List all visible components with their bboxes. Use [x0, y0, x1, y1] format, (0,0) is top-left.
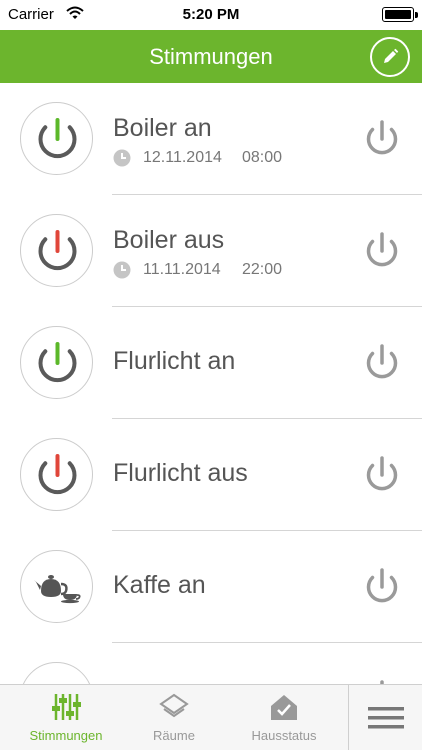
tab-bar: Stimmungen Räume Hausstatus: [0, 684, 422, 750]
house-check-icon: [271, 695, 297, 720]
tab-label: Hausstatus: [251, 728, 317, 743]
power-button-icon[interactable]: [362, 455, 402, 495]
scene-list: Boiler an 12.11.2014 08:00 Boiler aus 11…: [0, 83, 422, 684]
tab-stimmungen[interactable]: Stimmungen: [10, 685, 122, 750]
power-button-icon[interactable]: [362, 119, 402, 159]
scene-icon-circle: [20, 102, 93, 175]
list-item-boiler-aus[interactable]: Boiler aus 11.11.2014 22:00: [0, 195, 422, 307]
tab-label: Stimmungen: [29, 728, 103, 743]
scene-icon-circle: [20, 326, 93, 399]
hamburger-menu-icon: [368, 707, 404, 729]
scene-title: Kaffe an: [113, 571, 206, 599]
scene-date: 12.11.2014: [143, 149, 222, 166]
page-title: Stimmungen: [149, 44, 273, 69]
power-button-icon[interactable]: [362, 231, 402, 271]
menu-button[interactable]: [348, 685, 422, 750]
scene-title: Flurlicht aus: [113, 459, 248, 487]
nav-bar: Stimmungen: [0, 30, 422, 83]
power-button-icon[interactable]: [362, 343, 402, 383]
sliders-icon: [52, 694, 81, 720]
edit-button[interactable]: [370, 37, 410, 77]
scene-time: 22:00: [242, 261, 283, 278]
list-item-flurlicht-an[interactable]: Flurlicht an: [0, 307, 422, 419]
clock-icon: [113, 261, 131, 279]
teapot-icon: [34, 575, 81, 604]
pencil-icon: [384, 48, 399, 63]
scene-title: Flurlicht an: [113, 347, 236, 375]
scene-icon-circle: [20, 662, 93, 684]
list-item-boiler-an[interactable]: Boiler an 12.11.2014 08:00: [0, 83, 422, 195]
clock-icon: [113, 149, 131, 167]
layers-icon: [159, 693, 189, 718]
power-off-icon: [38, 454, 77, 495]
list-item-flurlicht-aus[interactable]: Flurlicht aus: [0, 419, 422, 531]
scene-title: Boiler aus: [113, 226, 225, 254]
tab-hausstatus[interactable]: Hausstatus: [228, 685, 340, 750]
scene-icon-circle: [20, 214, 93, 287]
battery-icon: [382, 7, 418, 22]
power-off-icon: [38, 230, 77, 271]
scene-date: 11.11.2014: [143, 261, 221, 278]
power-on-icon: [38, 118, 77, 159]
tab-label: Räume: [153, 728, 195, 743]
list-item-kaffe-an[interactable]: Kaffe an: [0, 531, 422, 643]
scene-time: 08:00: [242, 149, 283, 166]
power-on-icon: [38, 342, 77, 383]
scene-icon-circle: [20, 438, 93, 511]
scene-icon-circle: [20, 550, 93, 623]
tab-raeume[interactable]: Räume: [118, 685, 230, 750]
power-button-icon[interactable]: [362, 567, 402, 607]
status-bar: Carrier 5:20 PM: [0, 0, 422, 30]
scene-title: Boiler an: [113, 114, 212, 142]
list-item-partial[interactable]: [0, 643, 422, 684]
clock-time: 5:20 PM: [182, 6, 240, 23]
